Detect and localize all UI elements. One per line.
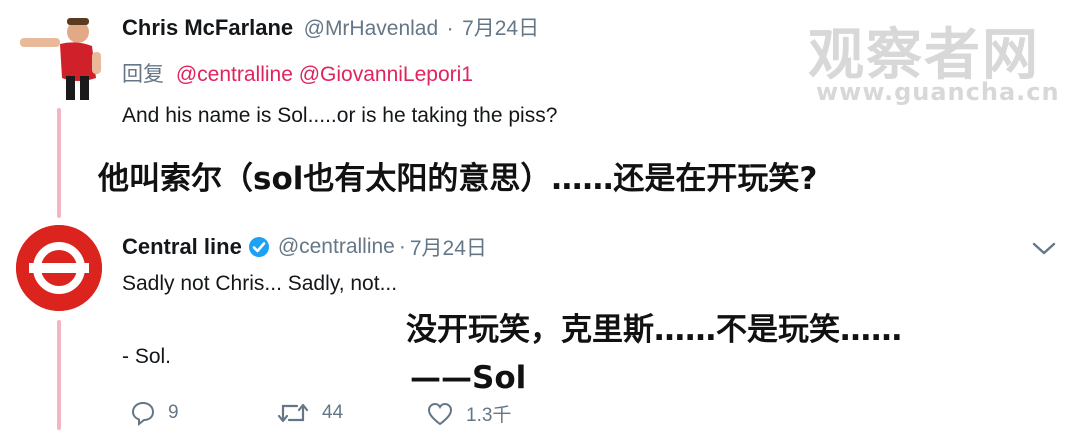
reply-count: 9 bbox=[168, 402, 179, 423]
reply-icon bbox=[131, 401, 155, 426]
chevron-down-icon bbox=[1032, 242, 1056, 255]
reply-action[interactable]: 9 bbox=[130, 400, 179, 426]
tweet1-header: Chris McFarlane @MrHavenlad · 7月24日 bbox=[122, 12, 539, 42]
person-avatar-icon bbox=[16, 8, 108, 100]
chinese-caption-line1: 没开玩笑，克里斯……不是玩笑…… bbox=[406, 312, 902, 348]
tweet-date[interactable]: 7月24日 bbox=[462, 17, 539, 40]
avatar[interactable] bbox=[16, 8, 108, 100]
heart-icon bbox=[427, 402, 453, 425]
user-name[interactable]: Central line bbox=[122, 234, 242, 260]
retweet-action[interactable]: 44 bbox=[276, 400, 343, 426]
separator-dot: · bbox=[398, 235, 406, 258]
avatar[interactable] bbox=[16, 225, 102, 311]
thread-line-bottom bbox=[57, 320, 61, 430]
tweet-text-line1: Sadly not Chris... Sadly, not... bbox=[122, 272, 398, 295]
like-action[interactable]: 1.3千 bbox=[426, 400, 511, 427]
separator-dot: · bbox=[446, 17, 454, 40]
roundel-logo-icon bbox=[16, 225, 102, 311]
tweet2-header: Central line @centralline · 7月24日 bbox=[122, 232, 487, 262]
retweet-icon bbox=[277, 403, 309, 423]
reply-prefix: 回复 bbox=[122, 63, 164, 86]
user-handle[interactable]: @centralline bbox=[278, 235, 395, 259]
tweet-date[interactable]: 7月24日 bbox=[410, 232, 487, 262]
tweet-text: And his name is Sol.....or is he taking … bbox=[122, 104, 558, 127]
thread-line-top bbox=[57, 108, 61, 218]
tweet-menu-button[interactable] bbox=[1030, 236, 1058, 260]
like-count: 1.3千 bbox=[466, 405, 512, 426]
retweet-count: 44 bbox=[322, 402, 344, 423]
chinese-caption-line2: ——Sol bbox=[410, 360, 527, 396]
user-name[interactable]: Chris McFarlane bbox=[122, 15, 293, 40]
user-handle[interactable]: @MrHavenlad bbox=[304, 17, 439, 40]
reply-mentions[interactable]: @centralline @GiovanniLepori1 bbox=[176, 63, 473, 86]
verified-badge-icon bbox=[248, 237, 269, 257]
tweet-text-line2: - Sol. bbox=[122, 345, 172, 368]
chinese-caption: 他叫索尔（sol也有太阳的意思）……还是在开玩笑? bbox=[98, 161, 818, 197]
watermark-url: www.guancha.cn bbox=[816, 78, 1060, 106]
reply-context: 回复 @centralline @GiovanniLepori1 bbox=[122, 58, 473, 88]
